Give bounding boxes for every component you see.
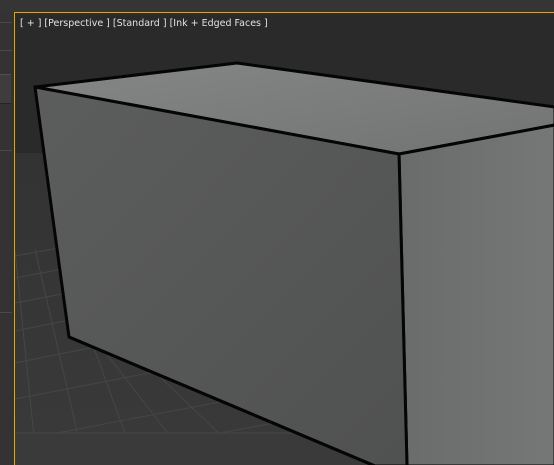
left-panel-divider: [0, 22, 12, 23]
left-panel-divider: [0, 312, 12, 313]
box-side-face[interactable]: [397, 123, 554, 465]
left-panel-edge: [0, 12, 14, 465]
left-panel-divider: [0, 150, 12, 151]
perspective-viewport[interactable]: [ + ] [Perspective ] [Standard ] [Ink + …: [14, 12, 554, 465]
top-toolbar-edge: [0, 0, 554, 12]
left-panel-tab[interactable]: [0, 74, 11, 104]
max-application: [ + ] [Perspective ] [Standard ] [Ink + …: [0, 0, 554, 465]
viewport-label-menu[interactable]: [ + ] [Perspective ] [Standard ] [Ink + …: [20, 18, 268, 30]
left-panel-divider: [0, 50, 12, 51]
viewport-canvas[interactable]: [15, 13, 554, 465]
